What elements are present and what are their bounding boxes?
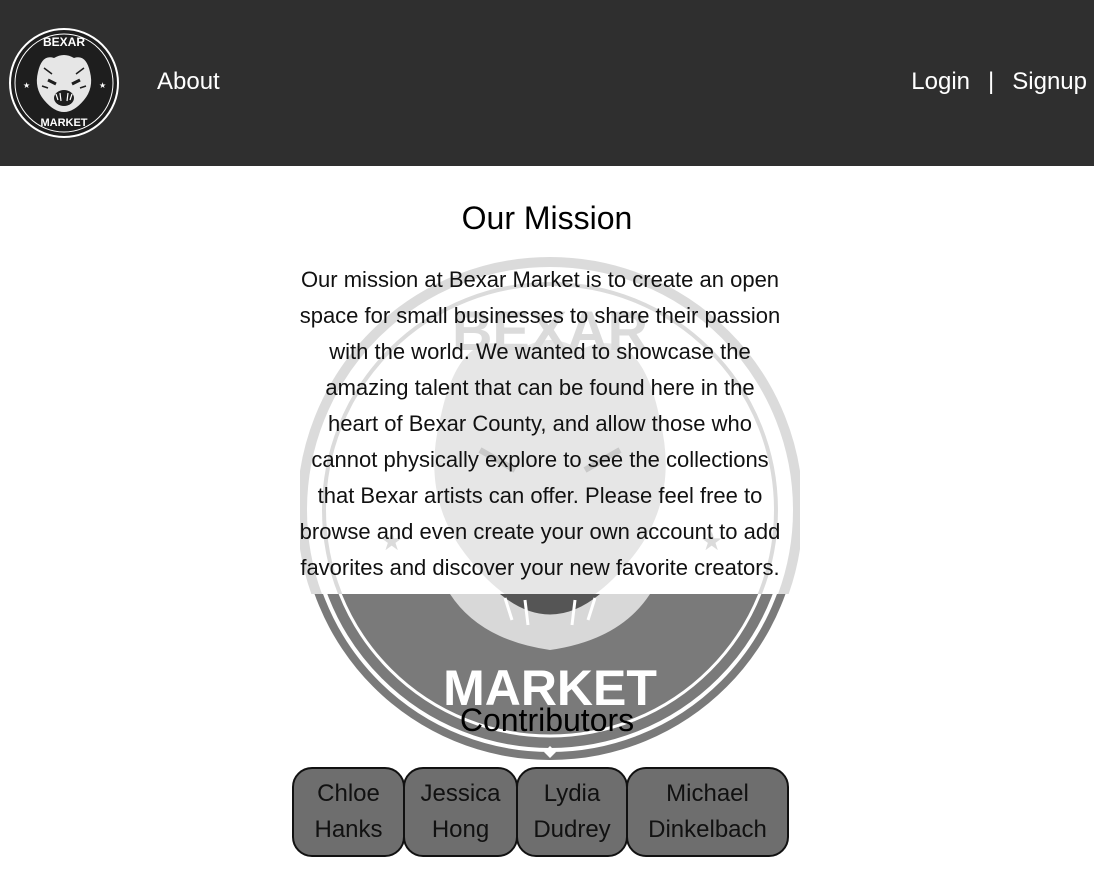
contributor-card-jessica-hong[interactable]: Jessica Hong [403,767,518,857]
auth-links: Login | Signup [911,68,1087,96]
contributor-last-name: Hanks [314,816,383,843]
logo-top-text: BEXAR [43,35,85,49]
contributors-heading: Contributors [459,702,635,738]
contributor-last-name: Hong [431,816,490,843]
logo-bottom-text: MARKET [40,117,87,129]
contributor-card-lydia-dudrey[interactable]: Lydia Dudrey [516,767,628,857]
mission-line: with the world. We wanted to showcase th… [329,339,751,364]
mission-paragraph: Our mission at Bexar Market is to create… [270,262,810,586]
auth-separator: | [988,68,995,95]
mission-line: that Bexar artists can offer. Please fee… [317,483,763,508]
contributor-card-chloe-hanks[interactable]: Chloe Hanks [292,767,405,857]
contributor-card-michael-dinkelbach[interactable]: Michael Dinkelbach [626,767,789,857]
contributor-first-name: Michael [666,780,749,807]
bexar-market-logo[interactable]: BEXAR MARKET ★ ★ [8,24,120,142]
contributor-first-name: Chloe [317,780,380,807]
mission-line: space for small businesses to share thei… [299,303,781,328]
contributor-first-name: Jessica [420,780,501,807]
mission-line: browse and even create your own account … [299,519,781,544]
mission-heading: Our Mission [461,200,633,236]
signup-link[interactable]: Signup [1012,68,1087,96]
mission-line: amazing talent that can be found here in… [325,375,755,400]
nav-about-link[interactable]: About [157,68,220,96]
contributor-last-name: Dudrey [533,816,611,843]
top-navbar: BEXAR MARKET ★ ★ About Login | Signup [0,0,1094,166]
svg-text:★: ★ [23,81,30,90]
mission-line: heart of Bexar County, and allow those w… [328,411,752,436]
login-link[interactable]: Login [911,68,970,96]
mission-line: favorites and discover your new favorite… [300,555,780,580]
contributor-last-name: Dinkelbach [648,816,767,843]
contributors-list: Chloe Hanks Jessica Hong Lydia Dudrey Mi… [292,767,789,857]
mission-line: cannot physically explore to see the col… [311,447,769,472]
svg-text:★: ★ [99,81,106,90]
mission-line: Our mission at Bexar Market is to create… [300,267,780,292]
contributor-first-name: Lydia [543,780,601,807]
